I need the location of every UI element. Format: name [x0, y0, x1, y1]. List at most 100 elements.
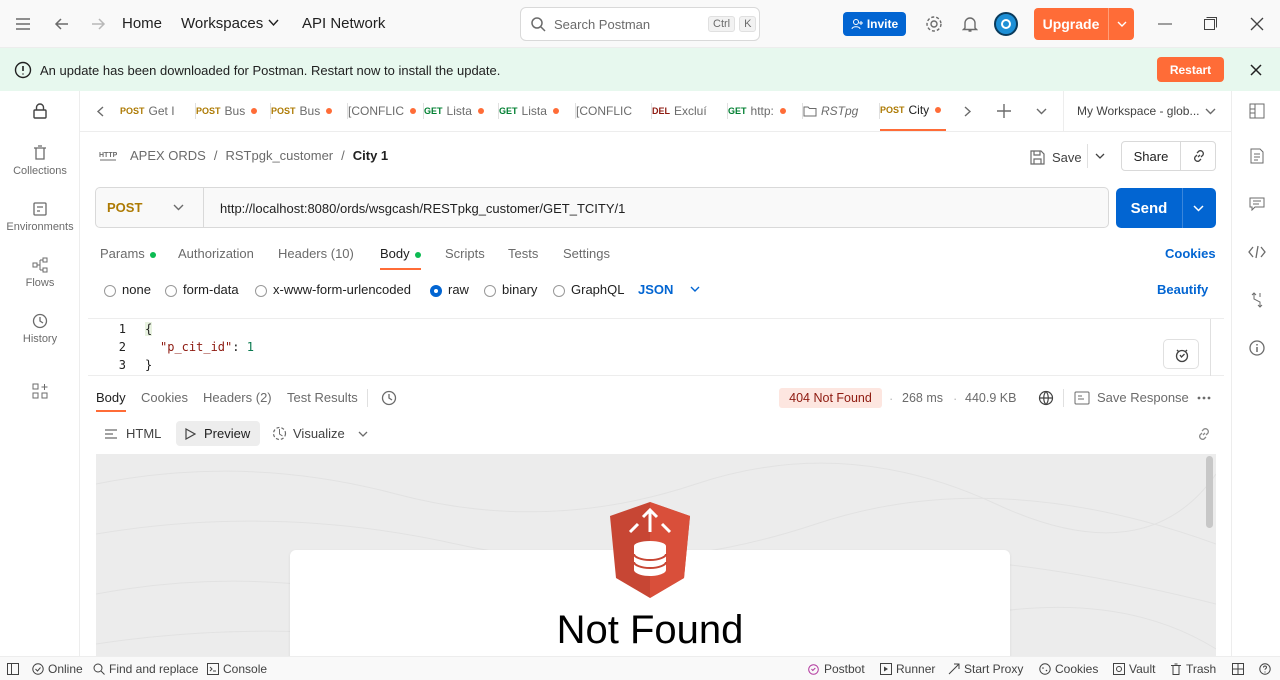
radio-form-data[interactable]: form-data — [165, 282, 239, 297]
status-badge[interactable]: 404 Not Found — [779, 388, 882, 408]
tab-settings[interactable]: Settings — [563, 246, 610, 261]
minimize-icon[interactable] — [1158, 23, 1172, 25]
tab-response-body[interactable]: Body — [96, 390, 126, 412]
view-html[interactable]: HTML — [104, 426, 161, 441]
save-button[interactable]: Save — [1030, 147, 1082, 167]
chevron-down-icon[interactable] — [268, 19, 279, 27]
nav-workspaces[interactable]: Workspaces — [181, 15, 263, 32]
tab-item[interactable]: [CONFLIC — [576, 91, 650, 131]
restore-icon[interactable] — [1204, 17, 1217, 30]
avatar[interactable] — [994, 12, 1018, 36]
trash-button[interactable]: Trash — [1170, 662, 1216, 676]
chevron-down-icon[interactable] — [1205, 108, 1216, 115]
chevron-down-icon[interactable] — [1036, 108, 1047, 115]
upgrade-button[interactable]: Upgrade — [1034, 8, 1134, 40]
url-input[interactable]: http://localhost:8080/ords/wsgcash/RESTp… — [220, 201, 625, 216]
new-tab-icon[interactable] — [997, 104, 1011, 118]
comments-icon[interactable] — [1249, 197, 1265, 211]
sidebar-item-history[interactable]: History — [0, 313, 80, 345]
vault-button[interactable]: Vault — [1113, 662, 1155, 676]
tab-item[interactable]: POST Bus — [271, 91, 346, 131]
tab-response-cookies[interactable]: Cookies — [141, 390, 188, 405]
chevron-down-icon[interactable] — [1193, 204, 1204, 212]
tab-item[interactable]: [CONFLIC — [348, 91, 422, 131]
info-icon[interactable] — [1249, 340, 1265, 356]
nav-home[interactable]: Home — [122, 15, 162, 32]
postbot-button[interactable] — [1163, 339, 1199, 369]
breadcrumb-collection[interactable]: APEX ORDS — [130, 148, 206, 163]
view-visualize[interactable]: Visualize — [272, 426, 345, 441]
sidebar-toggle-icon[interactable] — [7, 663, 19, 675]
sidebar-item-flows[interactable]: Flows — [0, 257, 80, 289]
close-icon[interactable] — [1250, 17, 1264, 31]
help-icon[interactable] — [1259, 663, 1271, 675]
workspace-selector[interactable]: My Workspace - glob... — [1077, 104, 1199, 118]
chevron-down-icon[interactable] — [1095, 153, 1105, 160]
radio-binary[interactable]: binary — [484, 282, 537, 297]
tab-item[interactable]: POST Bus — [196, 91, 269, 131]
documentation-icon[interactable] — [1250, 148, 1264, 164]
language-select[interactable]: JSON — [638, 282, 700, 297]
tab-test-results[interactable]: Test Results — [287, 390, 358, 405]
postbot-toggle[interactable]: Postbot — [807, 662, 865, 676]
beautify-button[interactable]: Beautify — [1157, 282, 1208, 297]
breadcrumb-folder[interactable]: RSTpgk_customer — [225, 148, 333, 163]
tab-headers[interactable]: Headers (10) — [278, 246, 354, 261]
lock-icon[interactable] — [33, 103, 47, 119]
radio-graphql[interactable]: GraphQL — [553, 282, 624, 297]
history-icon[interactable] — [381, 390, 397, 406]
layout-icon[interactable] — [1232, 663, 1244, 675]
menu-icon[interactable] — [15, 17, 31, 31]
link-icon[interactable] — [1191, 148, 1207, 164]
chevron-down-icon[interactable] — [358, 431, 368, 438]
close-icon[interactable] — [1250, 64, 1262, 76]
tab-tests[interactable]: Tests — [508, 246, 538, 261]
response-size[interactable]: 440.9 KB — [965, 391, 1016, 405]
method-select[interactable]: POST — [96, 188, 204, 227]
nav-api-network[interactable]: API Network — [302, 15, 385, 32]
response-time[interactable]: 268 ms — [902, 391, 943, 405]
more-icon[interactable] — [1197, 396, 1211, 400]
share-button[interactable]: Share — [1122, 149, 1180, 164]
invite-button[interactable]: Invite — [843, 12, 906, 36]
related-collections-icon[interactable] — [1250, 292, 1264, 308]
online-status[interactable]: Online — [32, 662, 83, 676]
send-button[interactable]: Send — [1116, 188, 1216, 228]
proxy-button[interactable]: Start Proxy — [948, 662, 1023, 676]
workbench-icon[interactable] — [1249, 103, 1265, 119]
restart-button[interactable]: Restart — [1157, 57, 1224, 82]
scrollbar[interactable] — [1210, 319, 1224, 376]
chevron-left-icon[interactable] — [96, 106, 104, 117]
chevron-down-icon[interactable] — [1117, 21, 1127, 28]
request-name[interactable]: City 1 — [353, 148, 388, 163]
view-preview[interactable]: Preview — [176, 421, 260, 446]
forward-arrow-icon[interactable] — [90, 16, 106, 32]
back-arrow-icon[interactable] — [54, 16, 70, 32]
tab-authorization[interactable]: Authorization — [178, 246, 254, 261]
radio-none[interactable]: none — [104, 282, 151, 297]
globe-icon[interactable] — [1038, 390, 1054, 406]
gear-icon[interactable] — [925, 15, 943, 33]
tab-item[interactable]: POST Get I — [120, 91, 194, 131]
chevron-right-icon[interactable] — [964, 106, 972, 117]
tab-params[interactable]: Params — [100, 246, 156, 261]
tab-item[interactable]: GET Lista — [424, 91, 497, 131]
tab-scripts[interactable]: Scripts — [445, 246, 485, 261]
link-icon[interactable] — [1196, 426, 1212, 442]
runner-button[interactable]: Runner — [880, 662, 935, 676]
scrollbar[interactable] — [1206, 456, 1213, 528]
radio-raw[interactable]: raw — [430, 282, 469, 297]
tab-body[interactable]: Body — [380, 246, 421, 270]
body-editor[interactable]: 1 2 3 { "p_cit_id": 1 } — [88, 318, 1224, 376]
radio-urlencoded[interactable]: x-www-form-urlencoded — [255, 282, 411, 297]
tab-item[interactable]: RSTpg — [803, 91, 878, 131]
tab-item[interactable]: DEL Excluí — [652, 91, 726, 131]
tab-item[interactable]: GET Lista — [499, 91, 574, 131]
tab-response-headers[interactable]: Headers (2) — [203, 390, 272, 405]
configure-workbench-icon[interactable] — [32, 383, 48, 399]
sidebar-item-collections[interactable]: Collections — [0, 145, 80, 177]
search-input[interactable]: Search Postman Ctrl K — [520, 7, 760, 41]
find-replace[interactable]: Find and replace — [93, 662, 198, 676]
console-toggle[interactable]: Console — [207, 662, 267, 676]
tab-item[interactable]: POST City — [880, 91, 946, 131]
